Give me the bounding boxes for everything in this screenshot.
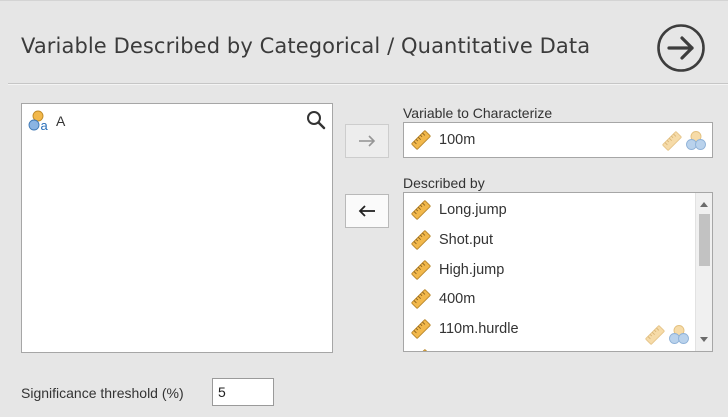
- svg-text:a: a: [41, 118, 49, 132]
- ruler-continuous-icon: [661, 130, 683, 152]
- allowed-types-hint: [661, 130, 707, 152]
- list-item[interactable]: 110m.hurdle: [410, 316, 519, 342]
- described-by-label: Described by: [403, 175, 485, 191]
- run-analysis-button[interactable]: [656, 23, 706, 73]
- list-item[interactable]: High.jump: [410, 257, 504, 283]
- nominal-text-variable-icon: a: [28, 110, 49, 132]
- list-item[interactable]: Shot.put: [410, 227, 493, 253]
- page-title: Variable Described by Categorical / Quan…: [21, 34, 591, 58]
- scrollbar-thumb[interactable]: [699, 214, 710, 266]
- circle-arrow-right-icon: [657, 24, 705, 72]
- nominal-variable-icon: [668, 324, 690, 346]
- allowed-types-hint: [644, 324, 690, 346]
- ruler-continuous-icon: [410, 199, 432, 221]
- search-icon[interactable]: [306, 110, 326, 130]
- scroll-down-icon[interactable]: [700, 337, 708, 342]
- ruler-continuous-icon: [410, 288, 432, 310]
- scroll-up-icon[interactable]: [700, 202, 708, 207]
- ruler-continuous-icon: [644, 324, 666, 346]
- source-variable-list[interactable]: a A: [21, 103, 333, 353]
- ruler-continuous-icon: [410, 318, 432, 340]
- list-item[interactable]: 100m: [410, 127, 475, 153]
- variable-name: A: [56, 113, 66, 129]
- variable-name: 100m: [439, 132, 476, 148]
- list-item[interactable]: [410, 346, 432, 352]
- ruler-continuous-icon: [410, 348, 432, 352]
- arrow-left-icon: [358, 205, 375, 217]
- significance-threshold-input[interactable]: [212, 378, 274, 406]
- vertical-scrollbar[interactable]: [695, 193, 712, 351]
- variable-to-characterize-box[interactable]: 100m: [403, 122, 713, 158]
- variable-to-characterize-label: Variable to Characterize: [403, 105, 553, 121]
- move-to-characterize-button[interactable]: [345, 124, 389, 158]
- described-by-list[interactable]: Long.jump Shot.put High.jump 400m 110m.h…: [403, 192, 713, 352]
- move-back-button[interactable]: [345, 194, 389, 228]
- ruler-continuous-icon: [410, 229, 432, 251]
- variable-name: Long.jump: [439, 202, 507, 218]
- list-item[interactable]: a A: [28, 110, 65, 132]
- variable-name: 110m.hurdle: [439, 321, 519, 337]
- variable-name: Shot.put: [439, 232, 494, 248]
- significance-threshold-label: Significance threshold (%): [21, 385, 184, 401]
- nominal-variable-icon: [685, 130, 707, 152]
- variable-name: High.jump: [439, 262, 505, 278]
- variable-name: 400m: [439, 291, 476, 307]
- list-item[interactable]: 400m: [410, 286, 475, 312]
- ruler-continuous-icon: [410, 129, 432, 151]
- list-item[interactable]: Long.jump: [410, 197, 507, 223]
- arrow-right-icon: [359, 135, 376, 147]
- ruler-continuous-icon: [410, 259, 432, 281]
- analysis-header: Variable Described by Categorical / Quan…: [0, 0, 728, 84]
